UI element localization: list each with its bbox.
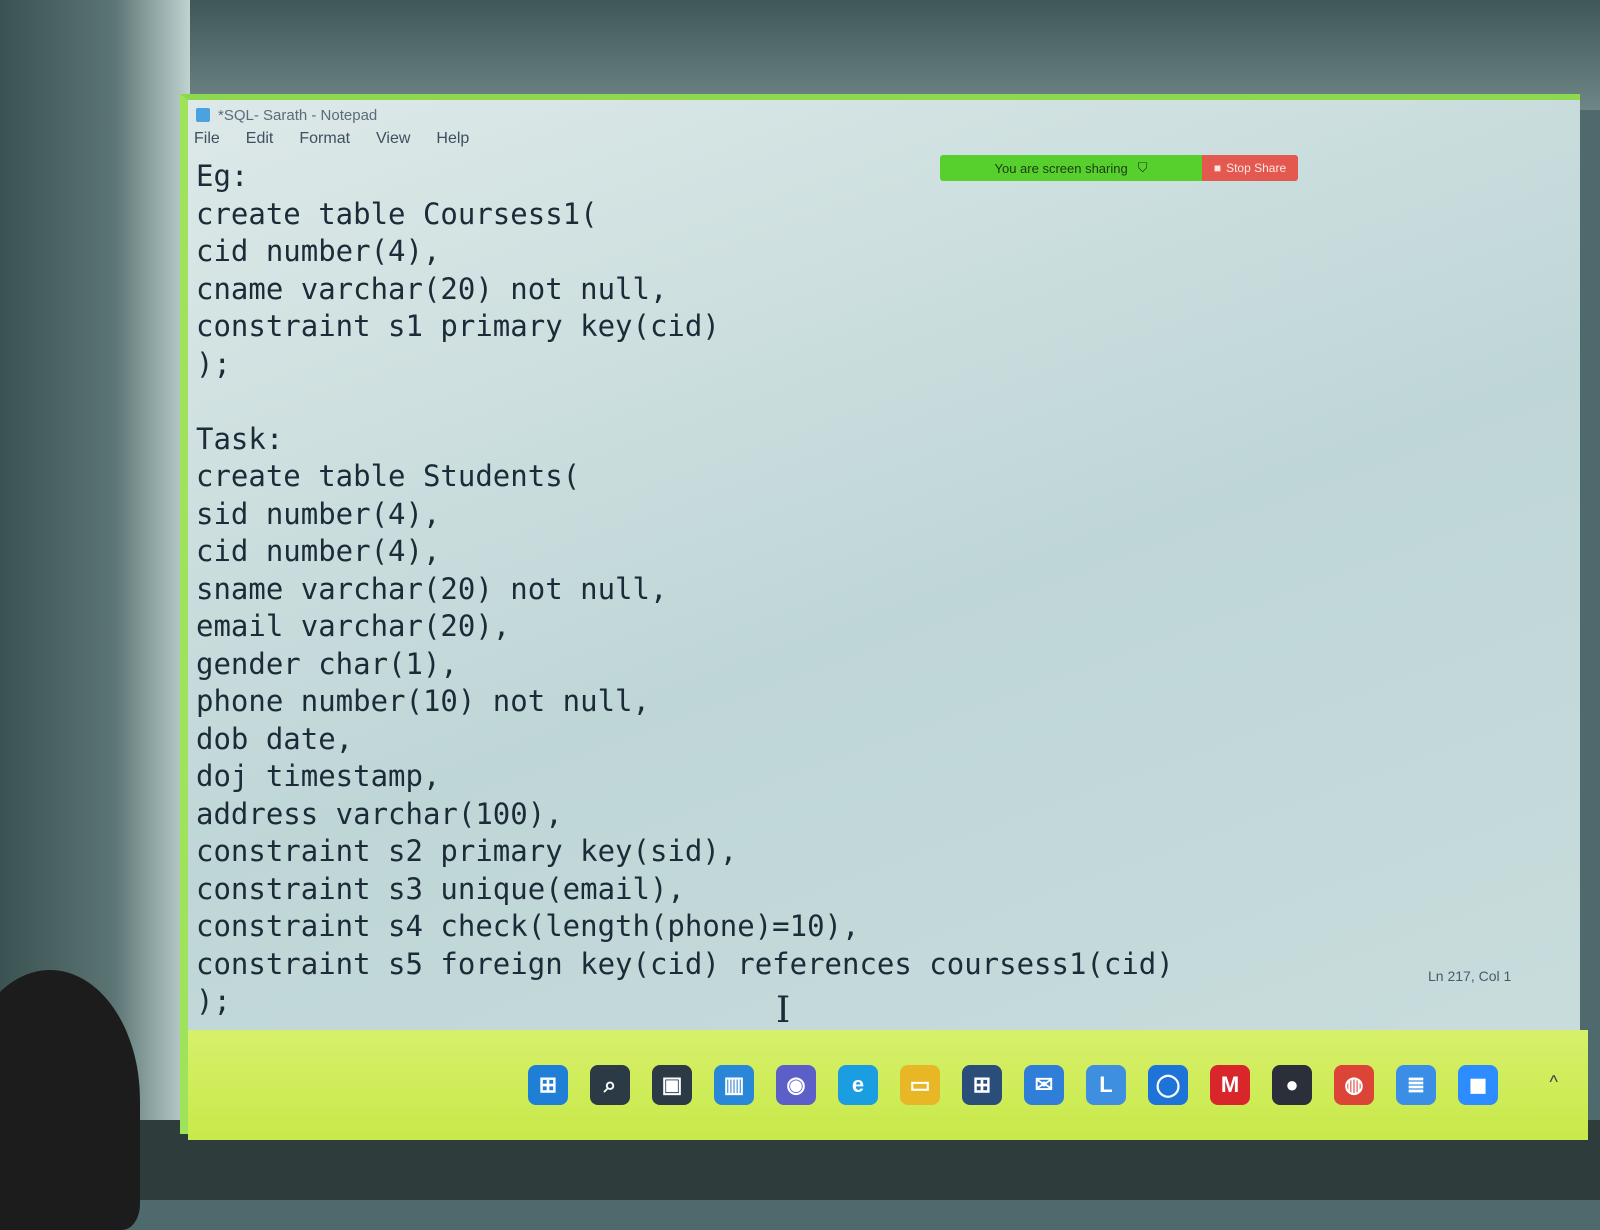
menu-edit[interactable]: Edit — [246, 130, 274, 148]
taskbar-icons: ⊞ ⌕ ▣ ▥ ◉ e ▭ ⊞ ✉ L ◯ M ● ◍ ≣ ◼ — [528, 1065, 1498, 1105]
tray-chevron-icon[interactable]: ^ — [1550, 1072, 1558, 1093]
code-line: constraint s4 check(length(phone)=10), — [196, 909, 860, 943]
code-line: constraint s5 foreign key(cid) reference… — [196, 946, 1174, 981]
code-line: ); — [196, 984, 231, 1018]
store-icon[interactable]: ⊞ — [962, 1065, 1002, 1105]
code-line: create table Coursess1( — [196, 196, 598, 231]
title-bar: *SQL- Sarath - Notepad — [196, 104, 377, 126]
mail-icon[interactable]: ✉ — [1024, 1065, 1064, 1105]
code-line: gender char(1), — [196, 646, 458, 681]
code-line: create table Students( — [196, 459, 581, 493]
app-l-icon[interactable]: L — [1086, 1065, 1126, 1105]
code-line: doj timestamp, — [196, 759, 441, 793]
widgets-icon[interactable]: ▥ — [714, 1065, 754, 1105]
projected-screen: *SQL- Sarath - Notepad File Edit Format … — [180, 94, 1588, 1140]
notepad-app-icon — [196, 108, 210, 122]
task-view-icon[interactable]: ▣ — [652, 1065, 692, 1105]
code-line: cid number(4), — [196, 534, 441, 568]
code-line: phone number(10) not null, — [196, 684, 650, 718]
app-blue-icon[interactable]: ◯ — [1148, 1065, 1188, 1105]
code-line: constraint s2 primary key(sid), — [196, 834, 738, 868]
menu-file[interactable]: File — [194, 130, 220, 148]
notepad-icon[interactable]: ≣ — [1396, 1065, 1436, 1105]
taskbar: ⊞ ⌕ ▣ ▥ ◉ e ▭ ⊞ ✉ L ◯ M ● ◍ ≣ ◼ ^ — [188, 1030, 1588, 1140]
editor-text-area[interactable]: Eg: create table Coursess1(cid number(4),… — [196, 158, 1296, 1021]
menu-help[interactable]: Help — [436, 130, 469, 148]
teams-chat-icon[interactable]: ◉ — [776, 1065, 816, 1105]
code-line: Eg: — [196, 159, 249, 193]
app-dark-icon[interactable]: ● — [1272, 1065, 1312, 1105]
menu-view[interactable]: View — [376, 130, 410, 148]
menu-bar: File Edit Format View Help — [194, 130, 469, 148]
code-line: sname varchar(20) not null, — [196, 571, 668, 606]
code-line: address varchar(100), — [196, 796, 563, 831]
mcafee-icon[interactable]: M — [1210, 1065, 1250, 1105]
code-line: Task: — [196, 421, 284, 456]
code-line: sid number(4), — [196, 496, 441, 531]
window-title: *SQL- Sarath - Notepad — [218, 106, 378, 124]
zoom-icon[interactable]: ◼ — [1458, 1065, 1498, 1105]
file-explorer-icon[interactable]: ▭ — [900, 1065, 940, 1105]
ibeam-cursor-icon: I — [776, 990, 791, 1031]
code-line: cid number(4), — [196, 234, 441, 268]
code-line: cname varchar(20) not null, — [196, 271, 668, 306]
chrome-icon[interactable]: ◍ — [1334, 1065, 1374, 1105]
code-line: ); — [196, 346, 231, 381]
start-icon[interactable]: ⊞ — [528, 1065, 568, 1105]
edge-icon[interactable]: e — [838, 1065, 878, 1105]
search-icon[interactable]: ⌕ — [590, 1065, 630, 1105]
code-line: dob date, — [196, 721, 354, 756]
code-line: constraint s3 unique(email), — [196, 871, 685, 906]
code-line: constraint s1 primary key(cid) — [196, 309, 720, 343]
status-position: Ln 217, Col 1 — [1428, 968, 1512, 984]
menu-format[interactable]: Format — [299, 130, 350, 148]
code-line: email varchar(20), — [196, 609, 511, 643]
